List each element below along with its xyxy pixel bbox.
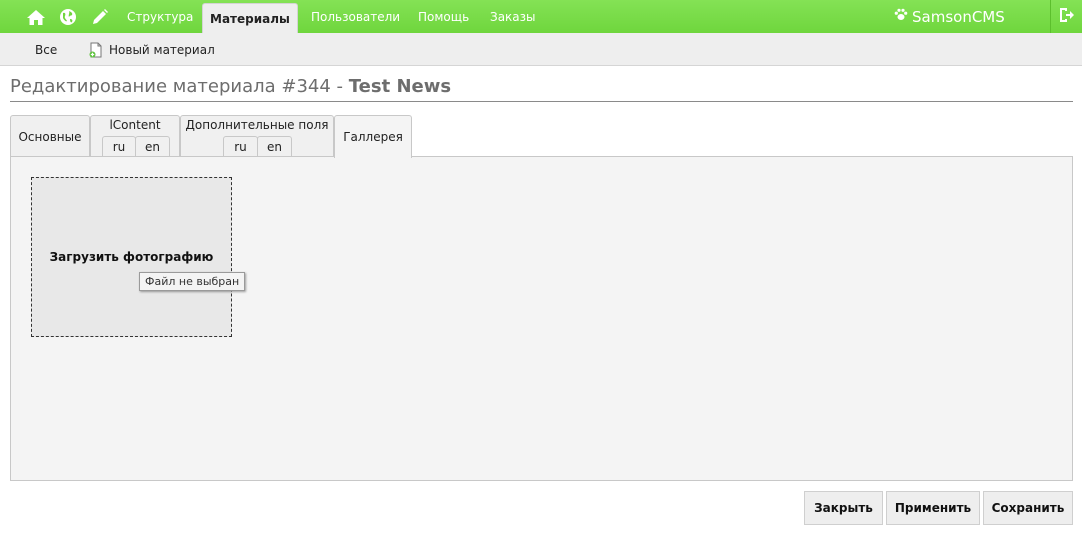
tab-additional-fields-en[interactable]: en [257, 136, 292, 157]
tab-additional-fields[interactable]: Дополнительные поля ru en [180, 115, 334, 157]
page-title-name: Test News [348, 76, 452, 97]
apply-button[interactable]: Применить [886, 491, 980, 525]
page-title-prefix: Редактирование материала #344 - [10, 76, 344, 97]
new-material-label: Новый материал [109, 42, 215, 57]
upload-photo-dropzone[interactable]: Загрузить фотографию [31, 177, 232, 337]
nav-materials[interactable]: Материалы [202, 3, 298, 33]
file-status-tooltip: Файл не выбран [139, 272, 246, 291]
pencil-icon[interactable] [90, 8, 110, 26]
tab-lcontent[interactable]: lContent ru en [90, 115, 180, 157]
nav-users[interactable]: Пользователи [311, 0, 400, 33]
top-navigation-bar: Структура Материалы Пользователи Помощь … [0, 0, 1082, 33]
close-button[interactable]: Закрыть [804, 491, 883, 525]
sub-navigation-bar: Все Новый материал [0, 33, 1082, 66]
tab-main-label: Основные [18, 130, 82, 144]
home-icon[interactable] [26, 8, 46, 26]
tab-additional-fields-label: Дополнительные поля [185, 118, 329, 132]
gallery-panel: Загрузить фотографию Файл не выбран [10, 156, 1073, 481]
new-material-link[interactable]: Новый материал [88, 33, 215, 66]
globe-icon[interactable] [58, 8, 78, 26]
tab-gallery[interactable]: Галлерея [334, 115, 412, 158]
tab-lcontent-en[interactable]: en [135, 136, 170, 157]
nav-orders[interactable]: Заказы [490, 0, 536, 33]
tab-lcontent-label: lContent [109, 118, 161, 132]
nav-help[interactable]: Помощь [418, 0, 469, 33]
paw-icon [894, 8, 908, 25]
page-title: Редактирование материала #344 - Test New… [10, 76, 1073, 102]
new-document-icon [88, 42, 104, 58]
tab-gallery-label: Галлерея [343, 130, 403, 144]
upload-photo-label: Загрузить фотографию [49, 250, 214, 264]
brand-logo: SamsonCMS [894, 0, 1005, 33]
all-materials-link[interactable]: Все [35, 33, 57, 66]
brand-name: SamsonCMS [912, 7, 1005, 26]
save-button[interactable]: Сохранить [983, 491, 1073, 525]
tab-main[interactable]: Основные [10, 115, 90, 156]
nav-structure[interactable]: Структура [127, 0, 193, 33]
logout-button[interactable] [1050, 0, 1082, 33]
logout-icon [1059, 7, 1075, 27]
tab-additional-fields-ru[interactable]: ru [223, 136, 258, 157]
tab-lcontent-ru[interactable]: ru [102, 136, 136, 157]
